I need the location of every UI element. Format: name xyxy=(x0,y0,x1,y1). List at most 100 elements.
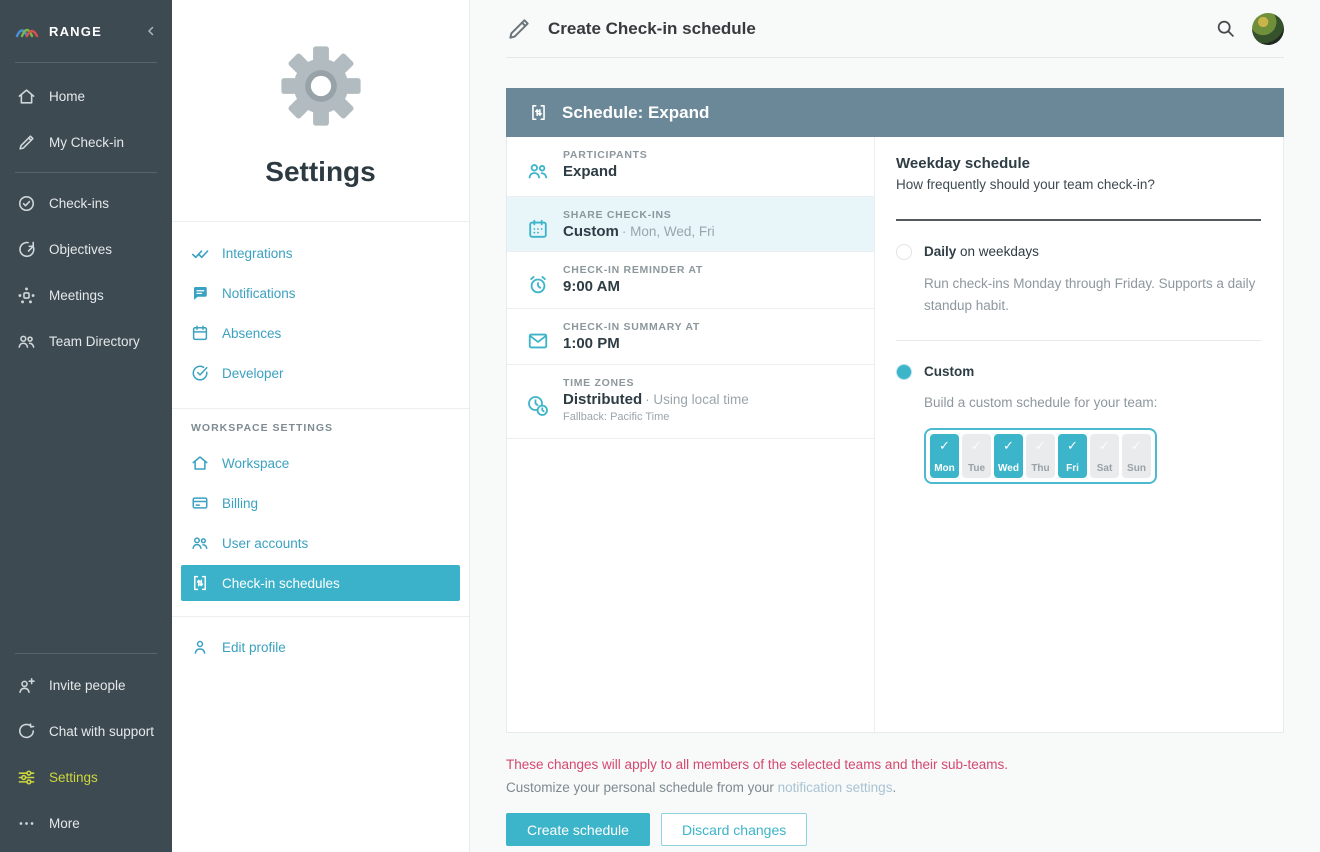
day-toggle-sat[interactable]: ✓ Sat xyxy=(1090,433,1119,478)
note-period: . xyxy=(892,779,897,795)
radio-daily[interactable] xyxy=(896,244,912,260)
target-arrow-icon xyxy=(16,239,36,259)
option-daily[interactable]: Daily on weekdays xyxy=(896,244,1261,260)
row-value: 9:00 AM xyxy=(563,278,620,295)
range-logo-icon xyxy=(15,21,39,41)
settings-item-absences[interactable]: Absences xyxy=(172,313,469,353)
schedule-card-header: Schedule: Expand xyxy=(506,88,1284,137)
divider xyxy=(896,340,1261,342)
day-toggle-thu[interactable]: ✓ Thu xyxy=(1026,433,1055,478)
day-toggle-tue[interactable]: ✓ Tue xyxy=(962,433,991,478)
check-icon: ✓ xyxy=(939,437,950,453)
sidebar-item-check-ins[interactable]: Check-ins xyxy=(0,180,172,226)
settings-item-label: Check-in schedules xyxy=(222,575,340,591)
sidebar-item-meetings[interactable]: Meetings xyxy=(0,272,172,318)
sidebar-item-my-check-in[interactable]: My Check-in xyxy=(0,119,172,165)
day-toggle-mon[interactable]: ✓ Mon xyxy=(930,433,959,478)
option-label: Custom xyxy=(924,364,975,380)
sidebar-item-label: Check-ins xyxy=(49,195,110,211)
settings-item-label: Notifications xyxy=(222,285,296,301)
notification-settings-link[interactable]: notification settings xyxy=(778,780,893,795)
sidebar-item-chat-with-support[interactable]: Chat with support xyxy=(0,708,172,754)
ellipsis-icon xyxy=(16,813,36,833)
row-value: Custom xyxy=(563,223,619,240)
option-label: Daily xyxy=(924,244,957,259)
settings-item-edit-profile[interactable]: Edit profile xyxy=(172,627,469,667)
option-description: Build a custom schedule for your team: xyxy=(924,395,1158,411)
settings-item-integrations[interactable]: Integrations xyxy=(172,233,469,273)
alarm-clock-icon xyxy=(525,261,551,308)
settings-item-label: Absences xyxy=(222,325,282,341)
day-toggle-wed[interactable]: ✓ Wed xyxy=(994,433,1023,478)
day-toggle-fri[interactable]: ✓ Fri xyxy=(1058,433,1087,478)
sidebar-item-invite-people[interactable]: Invite people xyxy=(0,662,172,708)
apply-warning-text: These changes will apply to all members … xyxy=(506,757,1008,772)
settings-item-user-accounts[interactable]: User accounts xyxy=(172,523,469,563)
home-icon xyxy=(191,454,209,472)
settings-item-label: Billing xyxy=(222,495,259,511)
check-icon: ✓ xyxy=(1131,437,1142,453)
row-value: Expand xyxy=(563,163,618,180)
settings-panel: Settings Integrations Notifications Abse… xyxy=(172,0,470,852)
sidebar: RANGE Home My Check-in Check-ins Objecti… xyxy=(0,0,172,852)
option-custom[interactable]: Custom xyxy=(896,364,1261,381)
sidebar-item-home[interactable]: Home xyxy=(0,73,172,119)
sidebar-item-objectives[interactable]: Objectives xyxy=(0,226,172,272)
row-share-check-ins[interactable]: SHARE CHECK-INS Custom · Mon, Wed, Fri xyxy=(507,197,874,252)
settings-item-developer[interactable]: Developer xyxy=(172,353,469,393)
people-icon xyxy=(16,331,36,351)
discard-changes-button[interactable]: Discard changes xyxy=(660,813,808,847)
row-check-in-summary[interactable]: CHECK-IN SUMMARY AT 1:00 PM xyxy=(507,309,874,365)
personal-schedule-note: Customize your personal schedule from yo… xyxy=(506,779,778,795)
sidebar-item-label: Home xyxy=(49,88,86,104)
row-value-detail: · Using local time xyxy=(645,392,749,407)
settings-item-notifications[interactable]: Notifications xyxy=(172,273,469,313)
option-label-suffix: on weekdays xyxy=(956,244,1039,259)
check-icon: ✓ xyxy=(1067,437,1078,453)
credit-card-icon xyxy=(191,494,209,512)
day-label: Sat xyxy=(1096,462,1113,474)
sidebar-item-more[interactable]: More xyxy=(0,800,172,846)
sync-brackets-icon xyxy=(191,574,209,592)
day-toggle-sun[interactable]: ✓ Sun xyxy=(1122,433,1151,478)
gear-illustration-icon xyxy=(277,42,365,130)
sidebar-item-label: Objectives xyxy=(49,241,113,257)
radio-custom[interactable] xyxy=(896,364,912,381)
time-zones-icon xyxy=(525,374,551,438)
sliders-icon xyxy=(16,767,36,787)
brand-name: RANGE xyxy=(49,23,102,39)
row-label: TIME ZONES xyxy=(563,377,635,389)
row-value: 1:00 PM xyxy=(563,335,620,352)
sidebar-item-settings[interactable]: Settings xyxy=(0,754,172,800)
row-check-in-reminder[interactable]: CHECK-IN REMINDER AT 9:00 AM xyxy=(507,252,874,309)
row-value-detail: · Mon, Wed, Fri xyxy=(621,224,715,239)
settings-item-billing[interactable]: Billing xyxy=(172,483,469,523)
settings-item-label: Developer xyxy=(222,365,284,381)
section-subtitle: How frequently should your team check-in… xyxy=(896,177,1155,192)
double-check-icon xyxy=(191,244,209,262)
workspace-settings-label: WORKSPACE SETTINGS xyxy=(191,422,334,434)
settings-item-workspace[interactable]: Workspace xyxy=(172,443,469,483)
user-avatar[interactable] xyxy=(1252,12,1284,45)
collapse-sidebar-icon[interactable] xyxy=(145,25,157,37)
sidebar-item-team-directory[interactable]: Team Directory xyxy=(0,318,172,364)
day-label: Tue xyxy=(967,462,986,474)
main-content: Create Check-in schedule Schedule: Expan… xyxy=(470,0,1320,852)
person-plus-icon xyxy=(16,675,36,695)
calendar-icon xyxy=(191,324,209,342)
row-label: CHECK-IN SUMMARY AT xyxy=(563,321,700,333)
section-title: Weekday schedule xyxy=(896,155,1030,172)
sidebar-item-label: Team Directory xyxy=(49,333,140,349)
row-participants[interactable]: PARTICIPANTS Expand xyxy=(507,137,874,197)
row-time-zones[interactable]: TIME ZONES Distributed · Using local time… xyxy=(507,365,874,439)
day-picker: ✓ Mon ✓ Tue ✓ Wed ✓ Thu ✓ Fri ✓ Sat ✓ Sun xyxy=(924,427,1157,484)
check-circle-icon xyxy=(16,193,36,213)
check-circle-icon xyxy=(191,364,209,382)
settings-item-label: Integrations xyxy=(222,245,293,261)
row-label: PARTICIPANTS xyxy=(563,149,648,161)
create-schedule-button[interactable]: Create schedule xyxy=(506,813,650,847)
search-icon[interactable] xyxy=(1215,18,1236,39)
settings-item-label: User accounts xyxy=(222,535,309,551)
settings-item-check-in-schedules[interactable]: Check-in schedules xyxy=(181,565,460,601)
sidebar-item-label: My Check-in xyxy=(49,134,125,150)
